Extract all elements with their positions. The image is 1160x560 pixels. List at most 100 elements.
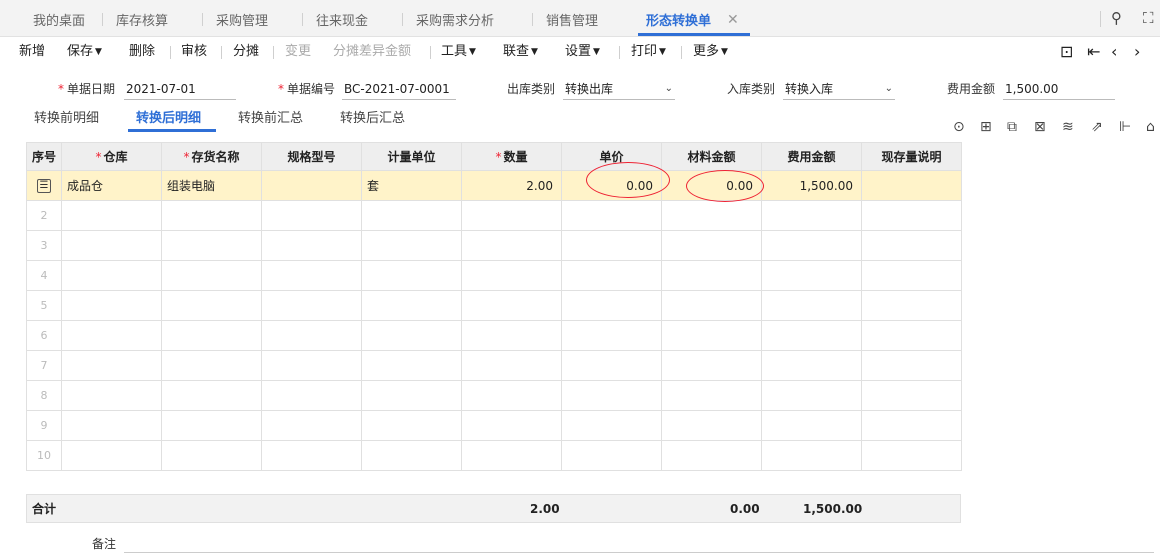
empty-cell[interactable] bbox=[261, 260, 362, 291]
empty-cell[interactable] bbox=[861, 440, 962, 471]
audit-button[interactable]: 审核 bbox=[181, 37, 207, 68]
empty-cell[interactable] bbox=[761, 260, 862, 291]
col-header-stock-note[interactable]: 现存量说明 bbox=[861, 142, 962, 171]
empty-cell[interactable] bbox=[661, 440, 762, 471]
cell-stock-note[interactable] bbox=[861, 170, 962, 201]
settings-menu[interactable]: 设置 ▼ bbox=[565, 37, 600, 68]
tab-sales-management[interactable]: 销售管理 bbox=[546, 0, 598, 37]
col-header-item[interactable]: * 存货名称 bbox=[161, 142, 262, 171]
empty-cell[interactable] bbox=[361, 410, 462, 441]
export-icon[interactable]: ⇗ bbox=[1091, 119, 1103, 135]
table-row[interactable]: 10 bbox=[26, 440, 962, 471]
col-header-qty[interactable]: * 数量 bbox=[461, 142, 562, 171]
empty-cell[interactable] bbox=[461, 200, 562, 231]
empty-cell[interactable] bbox=[61, 380, 162, 411]
table-row[interactable]: 6 bbox=[26, 320, 962, 351]
fee-field[interactable]: 1,500.00 bbox=[1003, 78, 1115, 100]
empty-cell[interactable] bbox=[261, 350, 362, 381]
more-tools-icon[interactable]: ⌂ bbox=[1146, 119, 1155, 135]
empty-cell[interactable] bbox=[561, 440, 662, 471]
empty-cell[interactable] bbox=[561, 350, 662, 381]
change-button[interactable]: 变更 bbox=[285, 37, 311, 68]
tab-close-icon[interactable]: ✕ bbox=[727, 12, 739, 28]
empty-cell[interactable] bbox=[761, 230, 862, 261]
empty-cell[interactable] bbox=[761, 440, 862, 471]
empty-cell[interactable] bbox=[261, 380, 362, 411]
empty-cell[interactable] bbox=[761, 380, 862, 411]
cell-qty[interactable]: 2.00 bbox=[461, 170, 562, 201]
empty-cell[interactable] bbox=[361, 260, 462, 291]
table-row[interactable]: 7 bbox=[26, 350, 962, 381]
empty-cell[interactable] bbox=[61, 230, 162, 261]
empty-cell[interactable] bbox=[461, 350, 562, 381]
next-record-icon[interactable]: › bbox=[1134, 43, 1140, 61]
tab-inventory-accounting[interactable]: 库存核算 bbox=[116, 0, 168, 37]
cell-spec[interactable] bbox=[261, 170, 362, 201]
cell-warehouse[interactable]: 成品仓 bbox=[61, 170, 162, 201]
empty-cell[interactable] bbox=[861, 350, 962, 381]
empty-cell[interactable] bbox=[161, 320, 262, 351]
empty-cell[interactable] bbox=[761, 350, 862, 381]
empty-cell[interactable] bbox=[761, 200, 862, 231]
delete-row-icon[interactable]: ⊠ bbox=[1034, 119, 1046, 135]
fill-icon[interactable]: ≋ bbox=[1062, 119, 1074, 135]
query-menu[interactable]: 联查 ▼ bbox=[503, 37, 538, 68]
tab-form-conversion[interactable]: 形态转换单 bbox=[646, 0, 711, 37]
table-row[interactable]: ☰ 成品仓 组装电脑 套 2.00 0.00 0.00 1,500.00 bbox=[26, 170, 962, 201]
empty-cell[interactable] bbox=[261, 410, 362, 441]
allocate-diff-button[interactable]: 分摊差异金额 bbox=[333, 37, 411, 68]
more-menu[interactable]: 更多 ▼ bbox=[693, 37, 728, 68]
out-type-select[interactable]: 转换出库 ⌄ bbox=[563, 78, 675, 100]
empty-cell[interactable] bbox=[861, 290, 962, 321]
empty-cell[interactable] bbox=[61, 290, 162, 321]
empty-cell[interactable] bbox=[461, 260, 562, 291]
columns-icon[interactable]: ⊩ bbox=[1119, 119, 1131, 135]
empty-cell[interactable] bbox=[161, 410, 262, 441]
empty-cell[interactable] bbox=[661, 380, 762, 411]
code-field[interactable]: BC-2021-07-0001 bbox=[342, 78, 456, 100]
empty-cell[interactable] bbox=[861, 260, 962, 291]
table-row[interactable]: 8 bbox=[26, 380, 962, 411]
first-record-icon[interactable]: ⇤ bbox=[1087, 43, 1100, 61]
empty-cell[interactable] bbox=[561, 290, 662, 321]
empty-cell[interactable] bbox=[461, 230, 562, 261]
empty-cell[interactable] bbox=[261, 320, 362, 351]
tab-purchase-management[interactable]: 采购管理 bbox=[216, 0, 268, 37]
empty-cell[interactable] bbox=[361, 350, 462, 381]
remark-input[interactable] bbox=[124, 552, 1154, 553]
empty-cell[interactable] bbox=[661, 410, 762, 441]
empty-cell[interactable] bbox=[661, 290, 762, 321]
locate-record-icon[interactable]: ⊡ bbox=[1060, 43, 1073, 61]
empty-cell[interactable] bbox=[561, 410, 662, 441]
empty-cell[interactable] bbox=[661, 350, 762, 381]
empty-cell[interactable] bbox=[361, 380, 462, 411]
save-button[interactable]: 保存 ▼ bbox=[67, 37, 102, 68]
search-icon[interactable]: ⚲ bbox=[1111, 10, 1122, 26]
empty-cell[interactable] bbox=[161, 260, 262, 291]
empty-cell[interactable] bbox=[561, 260, 662, 291]
empty-cell[interactable] bbox=[261, 290, 362, 321]
empty-cell[interactable] bbox=[561, 380, 662, 411]
empty-cell[interactable] bbox=[161, 200, 262, 231]
copy-row-icon[interactable]: ⧉ bbox=[1007, 119, 1017, 135]
tab-purchase-demand-analysis[interactable]: 采购需求分析 bbox=[416, 0, 494, 37]
empty-cell[interactable] bbox=[561, 230, 662, 261]
insert-row-icon[interactable]: ⊞ bbox=[980, 119, 992, 135]
empty-cell[interactable] bbox=[861, 320, 962, 351]
in-type-select[interactable]: 转换入库 ⌄ bbox=[783, 78, 895, 100]
allocate-button[interactable]: 分摊 bbox=[233, 37, 259, 68]
empty-cell[interactable] bbox=[161, 380, 262, 411]
empty-cell[interactable] bbox=[261, 440, 362, 471]
empty-cell[interactable] bbox=[561, 200, 662, 231]
empty-cell[interactable] bbox=[61, 350, 162, 381]
empty-cell[interactable] bbox=[761, 410, 862, 441]
empty-cell[interactable] bbox=[361, 230, 462, 261]
empty-cell[interactable] bbox=[461, 410, 562, 441]
empty-cell[interactable] bbox=[661, 260, 762, 291]
empty-cell[interactable] bbox=[861, 230, 962, 261]
col-header-unit[interactable]: 计量单位 bbox=[361, 142, 462, 171]
date-field[interactable]: 2021-07-01 bbox=[124, 78, 236, 100]
empty-cell[interactable] bbox=[361, 200, 462, 231]
empty-cell[interactable] bbox=[661, 230, 762, 261]
empty-cell[interactable] bbox=[161, 350, 262, 381]
